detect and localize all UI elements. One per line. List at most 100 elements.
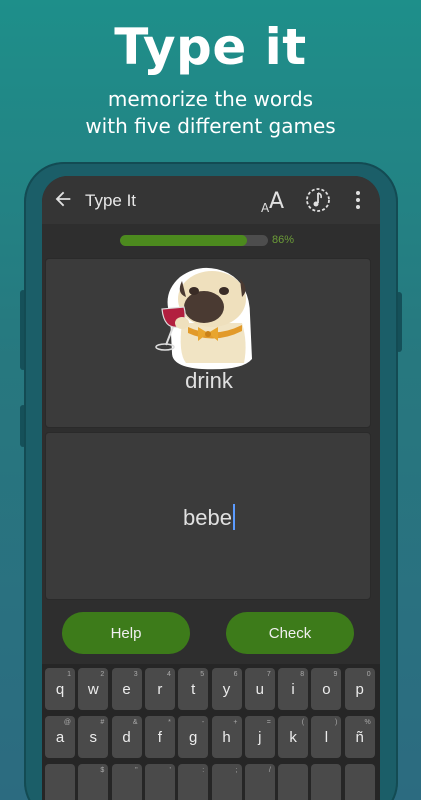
app-screen: Type It A A 86% drink bebe Help Check q … <box>42 176 380 800</box>
key-f[interactable]: f * <box>144 716 175 758</box>
key-hint: 5 <box>200 671 205 678</box>
key-label: w <box>87 680 99 698</box>
progress-label: 86% <box>272 234 295 246</box>
target-word: drink <box>185 368 233 393</box>
key-p[interactable]: p0 <box>344 668 375 710</box>
key-label: o <box>322 680 331 698</box>
key-y[interactable]: y6 <box>211 668 242 710</box>
key-row3[interactable] <box>311 764 342 800</box>
key-hint: 0 <box>366 671 371 678</box>
answer-card[interactable]: bebe <box>45 432 371 600</box>
key-label: ñ <box>355 728 364 746</box>
key-row3[interactable]: ' <box>144 764 175 800</box>
font-size-icon[interactable]: A A <box>260 186 288 214</box>
promo-subtitle: memorize the words with five different g… <box>0 86 421 140</box>
key-label: s <box>89 728 98 746</box>
promo-subtitle-line2: with five different games <box>85 114 336 138</box>
key-w[interactable]: w2 <box>78 668 109 710</box>
key-label: r <box>157 680 163 698</box>
key-row3[interactable] <box>344 764 375 800</box>
key-hint: 6 <box>233 671 238 678</box>
key-label: u <box>255 680 264 698</box>
key-hint: % <box>364 719 371 726</box>
key-t[interactable]: t5 <box>178 668 209 710</box>
key-r[interactable]: r4 <box>144 668 175 710</box>
help-button[interactable]: Help <box>62 612 190 654</box>
promo-title: Type it <box>114 18 307 76</box>
progress-bar <box>120 235 268 246</box>
key-label: e <box>122 680 131 698</box>
svg-text:A: A <box>269 189 284 214</box>
key-a[interactable]: a @ <box>45 716 75 758</box>
key-label: l <box>324 728 329 746</box>
key-label: y <box>222 680 231 698</box>
check-button[interactable]: Check <box>226 612 354 654</box>
key-hint: : <box>202 767 205 774</box>
key-hint: 1 <box>67 671 71 678</box>
pug-drinking-wine-sticker <box>155 267 252 370</box>
key-o[interactable]: o9 <box>311 668 342 710</box>
key-g[interactable]: g- <box>178 716 209 758</box>
on-screen-keyboard: q 1 w 2 e 3 r 4 t 5 y 6 u 7 i 8 o 9 p 0 a @ s # d & f * g - h + j = k(l) ñ%… <box>42 664 380 800</box>
key-hint: 2 <box>100 671 105 678</box>
key-hint: ' <box>169 767 171 774</box>
key-k[interactable]: k( <box>278 716 309 758</box>
key-hint: * <box>168 719 171 726</box>
key-label: a <box>55 728 65 746</box>
key-label: h <box>222 728 231 746</box>
key-h[interactable]: h + <box>211 716 242 758</box>
key-hint: = <box>266 719 271 726</box>
key-label: d <box>122 728 131 746</box>
app-bar: Type It A A <box>42 176 380 224</box>
key-hint: ) <box>335 719 338 726</box>
answer-value: bebe <box>183 505 232 530</box>
key-label: j <box>258 728 262 746</box>
key-label: k <box>289 728 297 746</box>
key-row3[interactable]: / <box>244 764 275 800</box>
key-hint: 4 <box>166 671 171 678</box>
text-cursor <box>232 504 235 530</box>
key-ñ[interactable]: ñ% <box>344 716 375 758</box>
key-label: t <box>191 680 196 698</box>
timer-icon[interactable] <box>305 187 331 213</box>
key-row3[interactable]: ; <box>211 764 242 800</box>
key-e[interactable]: e3 <box>111 668 142 710</box>
key-d[interactable]: d & <box>111 716 142 758</box>
key-row3[interactable]: : <box>178 764 209 800</box>
key-hint: - <box>201 719 205 726</box>
more-vert-icon[interactable] <box>348 189 368 211</box>
key-hint: 9 <box>333 671 338 678</box>
progress-fill <box>120 235 248 246</box>
answer-input[interactable]: bebe <box>46 504 372 531</box>
key-hint: 3 <box>133 671 138 678</box>
key-hint: $ <box>100 767 105 774</box>
back-arrow-icon[interactable] <box>52 188 74 210</box>
key-hint: / <box>268 767 271 774</box>
key-label: i <box>291 680 295 698</box>
key-u[interactable]: u7 <box>244 668 275 710</box>
key-hint: " <box>135 767 138 774</box>
key-j[interactable]: j = <box>244 716 275 758</box>
key-i[interactable]: i8 <box>278 668 309 710</box>
key-hint: 8 <box>300 671 305 678</box>
key-label: f <box>157 728 162 746</box>
key-row3[interactable] <box>278 764 309 800</box>
key-label: q <box>55 680 65 698</box>
key-hint: + <box>233 719 238 726</box>
key-row3[interactable]: $ <box>78 764 109 800</box>
key-hint: # <box>100 719 105 726</box>
promo-subtitle-line1: memorize the words <box>107 87 314 111</box>
page-title: Type It <box>85 191 137 210</box>
key-hint: & <box>132 719 138 726</box>
key-hint: ( <box>301 719 305 726</box>
key-l[interactable]: l) <box>311 716 342 758</box>
key-hint: @ <box>63 719 71 726</box>
key-row3[interactable] <box>45 764 75 800</box>
key-hint: ; <box>235 767 238 774</box>
word-card: drink <box>45 258 371 428</box>
key-q[interactable]: q1 <box>45 668 75 710</box>
key-row3[interactable]: " <box>111 764 142 800</box>
key-label: g <box>189 728 198 746</box>
key-s[interactable]: s # <box>78 716 109 758</box>
key-label: p <box>355 680 364 698</box>
